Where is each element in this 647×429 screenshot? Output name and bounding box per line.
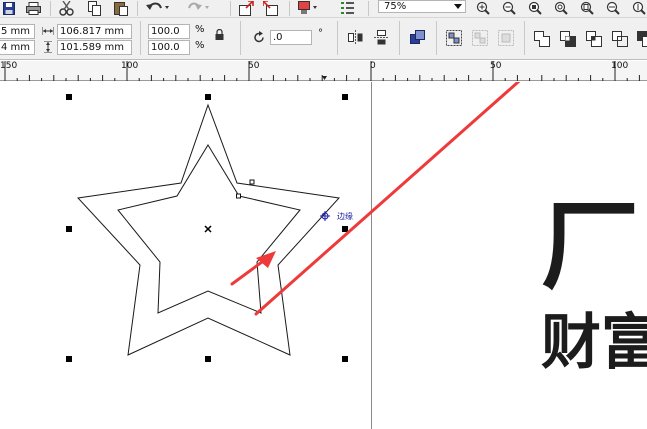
standard-toolbar: 75% [0,0,647,18]
coreldraw-window: 75% 5 mm 4 mm 106.817 mm 101.589 mm 100.… [0,0,647,429]
zoom-out-icon[interactable] [502,1,516,15]
weld-icon[interactable] [534,31,550,47]
chevron-down-icon[interactable] [454,4,462,9]
contour-node-handle[interactable] [249,179,255,185]
zoom-all-icon[interactable] [554,1,568,15]
rotate-icon [253,31,266,44]
toolbar-separator [140,21,141,55]
lock-ratio-icon[interactable] [215,29,224,40]
arrange-icon[interactable] [410,30,425,45]
selection-handle-top[interactable] [205,94,211,100]
cut-icon[interactable] [59,1,74,16]
zoom-selected-icon[interactable] [528,1,542,15]
selection-handle-top-right[interactable] [342,94,348,100]
toolbar-separator [368,1,369,16]
export-icon[interactable] [263,1,278,16]
toolbar-separator [137,1,138,16]
horizontal-ruler[interactable]: 150 100 50 0 50 100 [0,61,647,81]
trim-icon[interactable] [560,31,576,47]
contour-node-handle[interactable] [236,193,241,199]
selection-handle-bottom-left[interactable] [66,356,72,362]
publish-icon[interactable] [298,1,320,15]
ruler-label: 100 [121,61,139,71]
annotation-arrow-short [230,251,276,286]
scale-y-percent-label: % [195,40,205,51]
mirror-vertical-icon[interactable] [374,30,389,45]
zoom-level-dropdown[interactable]: 75% [378,0,466,13]
scale-x-field[interactable]: 100.0 [148,24,190,39]
ruler-label: 50 [490,61,502,71]
toolbar-separator [289,1,290,16]
ruler-label: 50 [248,61,260,71]
selection-handle-left[interactable] [66,226,72,232]
height-arrow-icon [44,41,52,53]
position-y-field[interactable]: 4 mm [0,40,35,55]
toolbar-separator [399,21,400,55]
zoom-width-icon[interactable] [606,1,620,15]
paste-icon[interactable] [114,1,128,16]
selection-handle-top-left[interactable] [66,94,72,100]
ruler-label: 150 [0,61,18,71]
center-x-icon [204,225,212,233]
annotation-arrow-long [254,82,521,316]
toolbar-separator [240,21,241,55]
simplify-icon[interactable] [612,31,628,47]
width-arrow-icon [42,27,54,35]
group-icon[interactable] [446,30,462,46]
application-launcher-icon[interactable] [341,1,355,16]
node-label: 边缘 [337,211,353,221]
save-icon[interactable] [3,2,15,15]
degree-label: ° [318,28,323,39]
scale-y-field[interactable]: 100.0 [148,40,190,55]
ruler-ticks [4,61,640,81]
ruler-label: 0 [370,61,376,71]
copy-icon[interactable] [88,1,101,16]
ungroup-all-icon[interactable] [498,30,514,46]
object-width-field[interactable]: 106.817 mm [57,24,132,39]
position-x-field[interactable]: 5 mm [0,24,35,39]
toolbar-separator [337,21,338,55]
front-minus-back-icon[interactable] [637,31,647,47]
intersect-icon[interactable] [586,31,602,47]
toolbar-separator [50,1,51,16]
redo-icon[interactable] [187,1,211,15]
drawing-canvas[interactable]: 边缘 厂 财富 [0,82,647,429]
rotation-angle-field[interactable]: .0 [270,30,312,45]
object-height-field[interactable]: 101.589 mm [57,40,132,55]
toolbar-separator [436,21,437,55]
undo-icon[interactable] [146,1,170,15]
ruler-label: 100 [611,61,629,71]
print-icon[interactable] [26,2,41,15]
selection-handle-right[interactable] [342,226,348,232]
zoom-in-icon[interactable] [476,1,490,15]
mirror-horizontal-icon[interactable] [348,30,363,45]
page-text-line-2[interactable]: 财富 [541,310,647,376]
scale-x-percent-label: % [195,24,205,35]
toolbar-separator [230,1,231,16]
zoom-height-icon[interactable] [632,1,646,15]
ungroup-icon[interactable] [472,30,488,46]
zoom-level-value: 75% [384,1,407,12]
import-icon[interactable] [239,1,254,16]
toolbar-separator [524,21,525,55]
page-text-line-1[interactable]: 厂 [541,198,639,296]
property-bar: 5 mm 4 mm 106.817 mm 101.589 mm 100.0 10… [0,18,647,60]
selection-handle-bottom[interactable] [205,356,211,362]
selection-handle-bottom-right[interactable] [342,356,348,362]
zoom-page-icon[interactable] [580,1,594,15]
node-target-icon [320,211,330,221]
